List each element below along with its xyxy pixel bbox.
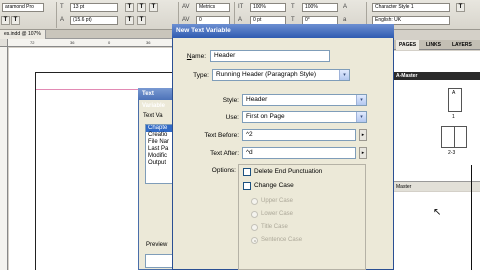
character-style-dropdown[interactable]: Character Style 1: [372, 3, 450, 12]
chevron-down-icon: ▾: [356, 112, 366, 122]
spread-thumbnail[interactable]: [441, 126, 467, 148]
tab-pages[interactable]: PAGES: [396, 40, 420, 50]
page-thumbnail[interactable]: A: [448, 88, 462, 112]
change-case-label: Change Case: [254, 182, 294, 189]
leading-icon: A: [60, 17, 65, 23]
horizontal-ruler: 72 36 0 36: [8, 39, 175, 47]
vertical-scale-field[interactable]: 100%: [250, 3, 286, 12]
text-after-field[interactable]: ^d: [242, 147, 356, 159]
delete-end-punctuation-label: Delete End Punctuation: [254, 168, 323, 175]
options-group: [238, 164, 366, 270]
master-letter: A: [452, 90, 456, 96]
options-label: Options:: [211, 167, 236, 174]
upper-case-label: Upper Case: [261, 198, 294, 204]
horizontal-scale-icon: T: [291, 4, 295, 10]
leading-field[interactable]: (15.6 pt): [70, 16, 118, 25]
text-variables-label: Text Va: [143, 113, 163, 119]
tab-links[interactable]: LINKS: [423, 40, 444, 50]
change-case-checkbox[interactable]: [243, 182, 251, 190]
ruler-tick: 36: [146, 40, 151, 45]
use-dropdown-value: First on Page: [246, 113, 285, 120]
pages-footer: Master: [394, 181, 480, 191]
tab-layers[interactable]: LAYERS: [449, 40, 475, 50]
type-label: Type:: [193, 72, 209, 79]
text-before-field[interactable]: ^2: [242, 129, 356, 141]
special-characters-after-button[interactable]: ▸: [359, 147, 367, 159]
subscript-button[interactable]: T: [137, 3, 146, 12]
spread-number: 2-3: [448, 150, 456, 156]
strikethrough-button[interactable]: T: [125, 16, 134, 25]
superscript-button[interactable]: T: [125, 3, 134, 12]
title-case-label: Title Case: [261, 224, 288, 230]
type-dropdown-value: Running Header (Paragraph Style): [216, 71, 317, 78]
vertical-ruler: [0, 39, 8, 270]
ruler-tick: 36: [70, 40, 75, 45]
vertical-scale-icon: IT: [238, 4, 244, 10]
kerning-field[interactable]: Metrics: [196, 3, 230, 12]
skew-icon: T: [291, 17, 295, 23]
upper-case-radio[interactable]: [251, 198, 258, 205]
style-label: Style:: [222, 97, 239, 104]
style-dropdown[interactable]: Header ▾: [242, 94, 367, 106]
language-icon: a: [343, 17, 347, 23]
horizontal-scale-field[interactable]: 100%: [302, 3, 338, 12]
sentence-case-label: Sentence Case: [261, 237, 303, 243]
font-size-icon: T: [60, 4, 64, 10]
ruler-tick: 72: [30, 40, 35, 45]
chevron-down-icon: ▾: [339, 70, 349, 80]
mouse-cursor-icon: ↖: [433, 207, 442, 218]
dialog-title: New Text Variable: [172, 24, 394, 38]
style-icon: A: [343, 4, 348, 10]
panel-menu-button[interactable]: T: [456, 3, 465, 12]
type-dropdown[interactable]: Running Header (Paragraph Style) ▾: [212, 69, 350, 81]
kerning-icon: AV: [182, 4, 190, 10]
page-top-edge: [35, 72, 175, 73]
ligature-button[interactable]: T: [137, 16, 146, 25]
text-after-label: Text After:: [210, 150, 239, 157]
all-caps-button[interactable]: T: [1, 16, 10, 25]
page-number: 1: [452, 114, 455, 120]
text-before-label: Text Before:: [204, 132, 239, 139]
ruler-corner[interactable]: [0, 39, 8, 47]
font-family-field[interactable]: aramond Pro: [2, 3, 44, 12]
small-caps-button[interactable]: T: [11, 16, 20, 25]
special-characters-before-button[interactable]: ▸: [359, 129, 367, 141]
use-label: Use:: [225, 114, 239, 121]
page-edge: [35, 72, 36, 270]
name-label: Name:: [186, 53, 206, 60]
font-size-field[interactable]: 13 pt: [70, 3, 118, 12]
style-dropdown-value: Header: [246, 96, 268, 103]
baseline-shift-icon: A: [238, 17, 243, 23]
use-dropdown[interactable]: First on Page ▾: [242, 111, 367, 123]
document-tab[interactable]: es.indd @ 107%: [0, 30, 46, 39]
page-edge-right: [471, 165, 472, 270]
lower-case-radio[interactable]: [251, 211, 258, 218]
title-case-radio[interactable]: [251, 224, 258, 231]
ruler-tick: 0: [108, 40, 111, 45]
delete-end-punctuation-checkbox[interactable]: [243, 168, 251, 176]
pages-panel-body: [394, 51, 480, 181]
underline-button[interactable]: T: [149, 3, 158, 12]
preview-label: Preview: [146, 242, 168, 248]
lower-case-label: Lower Case: [261, 211, 294, 217]
chevron-down-icon: ▾: [356, 95, 366, 105]
master-page-row[interactable]: A-Master: [394, 72, 480, 80]
name-field[interactable]: Header: [210, 50, 330, 62]
document-canvas-right[interactable]: [394, 192, 480, 270]
sentence-case-radio[interactable]: [251, 237, 258, 244]
tracking-icon: AV: [182, 17, 190, 23]
